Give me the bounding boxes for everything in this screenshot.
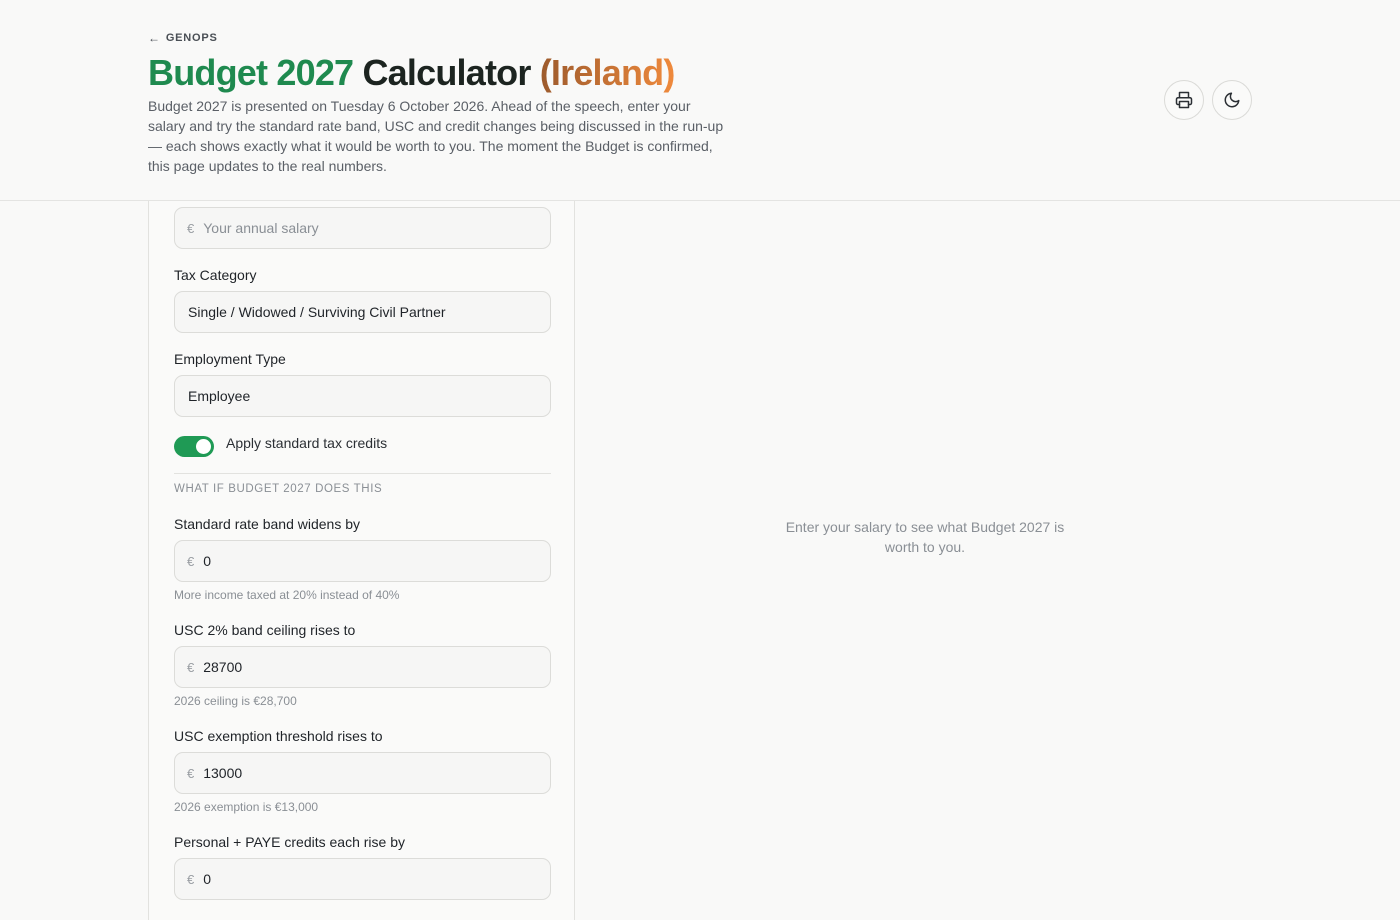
tax-category-value: Single / Widowed / Surviving Civil Partn…	[188, 304, 446, 320]
currency-symbol: €	[187, 220, 195, 236]
results-empty-message: Enter your salary to see what Budget 202…	[785, 519, 1065, 555]
back-link[interactable]: ← GENOPS	[148, 31, 218, 45]
usc-ceiling-input[interactable]: € 28700	[174, 646, 551, 688]
title-part-calculator: Calculator	[362, 52, 531, 93]
theme-toggle-button[interactable]	[1212, 80, 1252, 120]
section-divider	[174, 473, 551, 474]
page-subtitle: Budget 2027 is presented on Tuesday 6 Oc…	[148, 98, 724, 174]
calculator-form-panel: € Your annual salary Tax Category Single…	[148, 160, 575, 920]
employment-type-label: Employment Type	[174, 351, 286, 367]
tax-category-label: Tax Category	[174, 267, 257, 283]
usc-exemption-label: USC exemption threshold rises to	[174, 728, 383, 744]
currency-symbol: €	[187, 765, 195, 781]
standard-credits-toggle[interactable]	[174, 436, 214, 457]
employment-type-value: Employee	[188, 388, 251, 404]
whatif-section-heading: WHAT IF BUDGET 2027 DOES THIS	[174, 483, 383, 495]
usc-exemption-input[interactable]: € 13000	[174, 752, 551, 794]
title-part-country: (Ireland)	[539, 52, 676, 93]
usc-exemption-value: 13000	[203, 765, 243, 781]
page-title: Budget 2027 Calculator (Ireland)	[148, 52, 675, 94]
rate-band-value: 0	[203, 553, 212, 569]
salary-placeholder: Your annual salary	[203, 220, 319, 236]
rate-band-hint: More income taxed at 20% instead of 40%	[174, 588, 400, 602]
back-link-label: GENOPS	[165, 32, 218, 44]
rate-band-label: Standard rate band widens by	[174, 516, 361, 532]
title-part-budget: Budget 2027	[148, 52, 354, 93]
rate-band-input[interactable]: € 0	[174, 540, 551, 582]
toggle-knob	[196, 439, 211, 454]
credits-rise-value: 0	[203, 871, 212, 887]
currency-symbol: €	[187, 871, 195, 887]
usc-ceiling-label: USC 2% band ceiling rises to	[174, 622, 356, 638]
employment-type-select[interactable]: Employee	[174, 375, 551, 417]
page-header: ← GENOPS Budget 2027 Calculator (Ireland…	[0, 0, 1400, 201]
tax-category-select[interactable]: Single / Widowed / Surviving Civil Partn…	[174, 291, 551, 333]
credits-rise-label: Personal + PAYE credits each rise by	[174, 834, 405, 850]
usc-exemption-hint: 2026 exemption is €13,000	[174, 800, 319, 814]
currency-symbol: €	[187, 659, 195, 675]
printer-icon	[1175, 91, 1193, 109]
standard-credits-toggle-label: Apply standard tax credits	[226, 435, 388, 451]
credits-rise-input[interactable]: € 0	[174, 858, 551, 900]
moon-icon	[1224, 92, 1240, 108]
salary-input[interactable]: € Your annual salary	[174, 207, 551, 249]
usc-ceiling-hint: 2026 ceiling is €28,700	[174, 694, 297, 708]
usc-ceiling-value: 28700	[203, 659, 243, 675]
print-button[interactable]	[1164, 80, 1204, 120]
currency-symbol: €	[187, 553, 195, 569]
arrow-left-icon: ←	[148, 31, 161, 45]
